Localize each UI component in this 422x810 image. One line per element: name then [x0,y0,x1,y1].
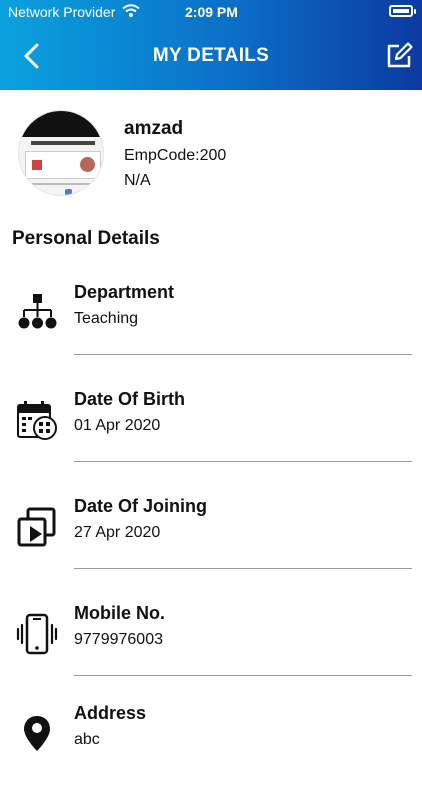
join-icon [17,507,56,547]
detail-label: Date Of Joining [74,496,208,516]
profile-card: amzad EmpCode:200 N/A [0,90,422,210]
detail-row-mobile: Mobile No. 9779976003 [0,603,422,710]
detail-label: Address [74,703,147,723]
detail-value: 01 Apr 2020 [74,417,161,434]
avatar-detail [29,183,95,185]
detail-label: Mobile No. [74,603,165,623]
avatar-detail [32,160,42,170]
divider [74,675,412,676]
profile-emp-code: EmpCode:200 [124,147,227,164]
profile-name: amzad [124,118,184,139]
app-header: Network Provider 2:09 PM MY DETAILS [0,0,422,90]
carrier-name: Network Provider [8,4,116,20]
detail-value: 9779976003 [74,631,163,648]
avatar-strip [19,111,103,137]
battery-icon [389,5,413,17]
mobile-phone-icon [16,613,58,655]
status-bar: Network Provider 2:09 PM [0,0,422,24]
detail-label: Department [74,282,175,302]
divider [74,461,412,462]
avatar[interactable] [18,110,104,196]
avatar-detail [25,151,101,179]
detail-row-date-of-joining: Date Of Joining 27 Apr 2020 [0,496,422,603]
wifi-icon [122,4,140,17]
detail-value: 27 Apr 2020 [74,524,161,541]
status-time: 2:09 PM [185,4,238,20]
org-chart-icon [18,294,57,329]
divider [74,568,412,569]
section-title: Personal Details [12,228,160,249]
edit-button[interactable] [384,41,414,71]
detail-value: abc [74,731,100,748]
avatar-detail [65,189,72,195]
detail-row-department: Department Teaching [0,282,422,389]
page-title: MY DETAILS [152,45,270,66]
detail-row-address: Address abc [0,703,422,810]
detail-label: Date Of Birth [74,389,186,409]
divider [74,354,412,355]
detail-value: Teaching [74,310,139,327]
nav-bar: MY DETAILS [0,24,422,90]
profile-extra: N/A [124,172,151,189]
calendar-icon [17,401,57,440]
location-pin-icon [24,716,50,751]
detail-row-date-of-birth: Date Of Birth 01 Apr 2020 [0,389,422,496]
avatar-detail [31,141,95,145]
avatar-detail [80,157,95,172]
battery-tip [414,9,416,14]
